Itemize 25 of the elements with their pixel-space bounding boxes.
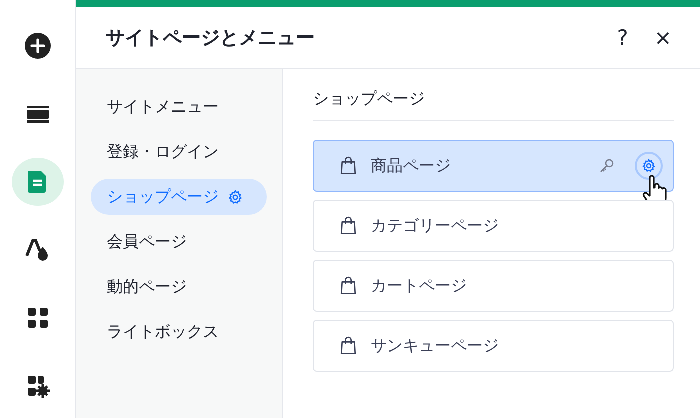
- sidebar-item[interactable]: ショップページ: [91, 179, 267, 215]
- help-button[interactable]: ?: [611, 26, 634, 50]
- sidebar-item[interactable]: サイトメニュー: [91, 89, 267, 125]
- shopping-bag-icon: [340, 336, 357, 356]
- page-item[interactable]: サンキューページ: [313, 320, 674, 372]
- sidebar-item[interactable]: 動的ページ: [91, 269, 267, 305]
- key-icon: [599, 158, 615, 174]
- page-name: 商品ページ: [371, 156, 452, 176]
- settings-icon: [641, 158, 657, 174]
- page-item[interactable]: カートページ: [313, 260, 674, 312]
- sidebar-item[interactable]: ライトボックス: [91, 314, 267, 350]
- section-title: ショップページ: [313, 89, 674, 121]
- sidebar-item[interactable]: 会員ページ: [91, 224, 267, 260]
- close-button[interactable]: ×: [648, 26, 678, 50]
- settings-icon: [227, 188, 244, 206]
- page-name: カテゴリーページ: [371, 216, 500, 236]
- panel-title: サイトページとメニュー: [106, 26, 316, 50]
- add-icon: [24, 32, 52, 60]
- sidebar-item[interactable]: 登録・ログイン: [91, 134, 267, 170]
- shopping-bag-icon: [340, 156, 357, 176]
- shopping-bag-icon: [340, 276, 357, 296]
- page-item[interactable]: カテゴリーページ: [313, 200, 674, 252]
- shopping-bag-icon: [340, 216, 357, 236]
- page-name: サンキューページ: [371, 336, 500, 356]
- page-name: カートページ: [371, 276, 468, 296]
